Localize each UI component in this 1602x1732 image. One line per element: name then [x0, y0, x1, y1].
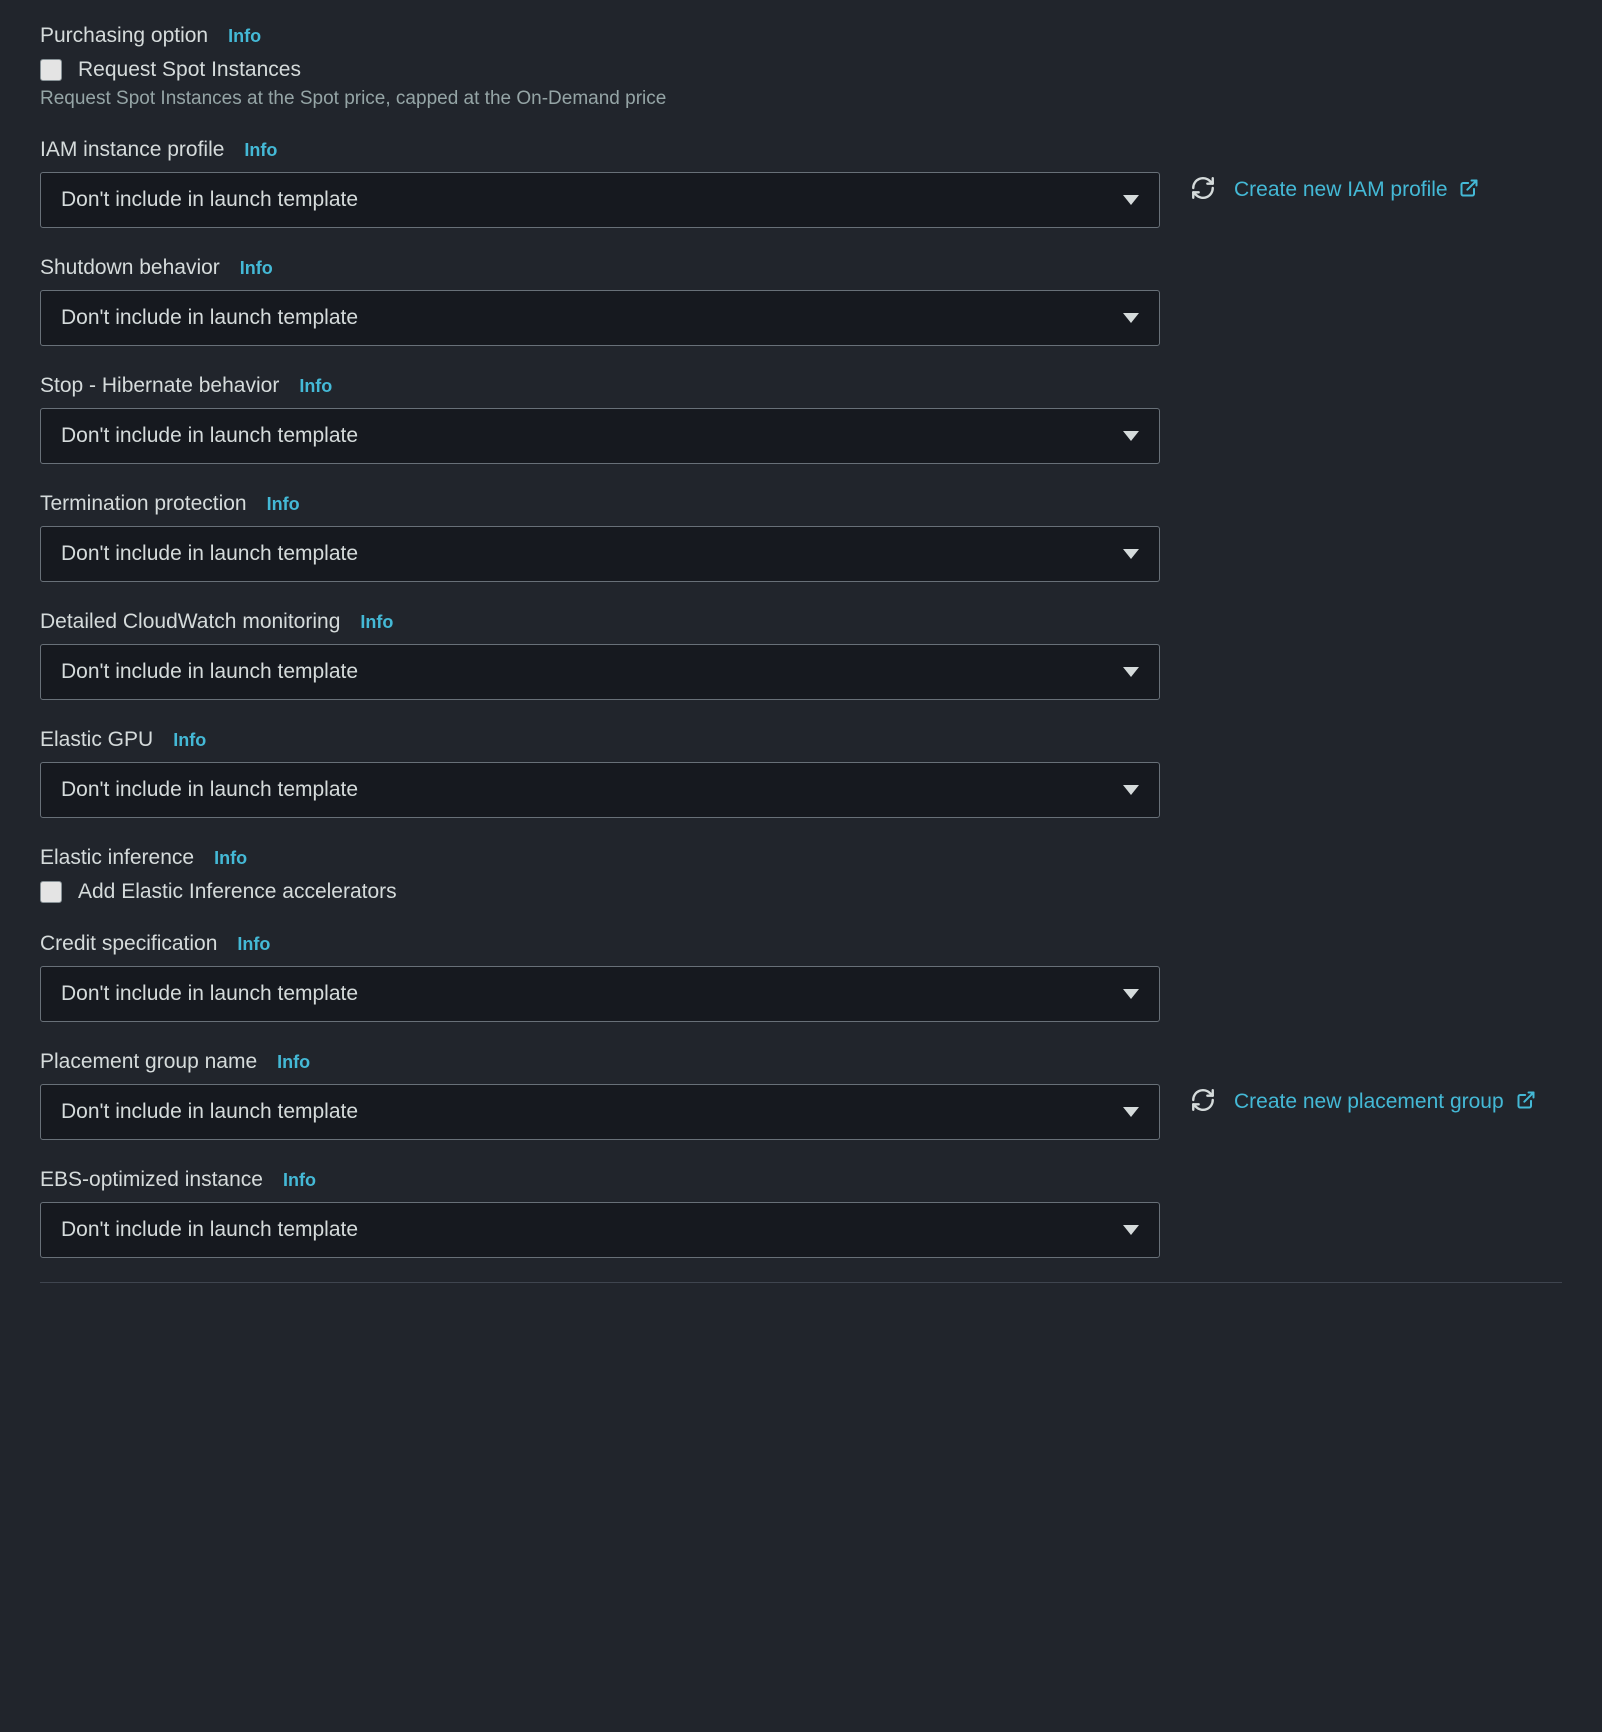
stop-hibernate-field: Stop - Hibernate behavior Info Don't inc… [40, 374, 1562, 464]
external-link-icon [1516, 1090, 1536, 1118]
placement-group-select[interactable]: Don't include in launch template [40, 1084, 1160, 1140]
iam-profile-info-link[interactable]: Info [244, 140, 277, 161]
elastic-gpu-select-value: Don't include in launch template [61, 778, 358, 802]
iam-profile-select-value: Don't include in launch template [61, 188, 358, 212]
purchasing-option-label: Purchasing option [40, 24, 208, 48]
elastic-inference-info-link[interactable]: Info [214, 848, 247, 869]
stop-hibernate-select[interactable]: Don't include in launch template [40, 408, 1160, 464]
elastic-gpu-info-link[interactable]: Info [173, 730, 206, 751]
termination-protection-info-link[interactable]: Info [267, 494, 300, 515]
iam-profile-refresh-button[interactable] [1188, 176, 1218, 206]
elastic-inference-field: Elastic inference Info Add Elastic Infer… [40, 846, 1562, 904]
credit-specification-info-link[interactable]: Info [237, 934, 270, 955]
iam-profile-select[interactable]: Don't include in launch template [40, 172, 1160, 228]
cloudwatch-monitoring-field: Detailed CloudWatch monitoring Info Don'… [40, 610, 1562, 700]
elastic-gpu-field: Elastic GPU Info Don't include in launch… [40, 728, 1562, 818]
placement-group-info-link[interactable]: Info [277, 1052, 310, 1073]
create-iam-profile-link-text: Create new IAM profile [1234, 178, 1448, 201]
ebs-optimized-info-link[interactable]: Info [283, 1170, 316, 1191]
placement-group-select-value: Don't include in launch template [61, 1100, 358, 1124]
shutdown-behavior-info-link[interactable]: Info [240, 258, 273, 279]
create-placement-group-link[interactable]: Create new placement group [1234, 1088, 1536, 1118]
stop-hibernate-select-value: Don't include in launch template [61, 424, 358, 448]
elastic-inference-checkbox-label: Add Elastic Inference accelerators [78, 880, 397, 904]
elastic-gpu-label: Elastic GPU [40, 728, 153, 752]
elastic-inference-label: Elastic inference [40, 846, 194, 870]
credit-specification-select[interactable]: Don't include in launch template [40, 966, 1160, 1022]
chevron-down-icon [1123, 549, 1139, 559]
purchasing-option-info-link[interactable]: Info [228, 26, 261, 47]
chevron-down-icon [1123, 313, 1139, 323]
cloudwatch-monitoring-info-link[interactable]: Info [360, 612, 393, 633]
cloudwatch-monitoring-select-value: Don't include in launch template [61, 660, 358, 684]
credit-specification-label: Credit specification [40, 932, 217, 956]
cloudwatch-monitoring-select[interactable]: Don't include in launch template [40, 644, 1160, 700]
termination-protection-field: Termination protection Info Don't includ… [40, 492, 1562, 582]
placement-group-label: Placement group name [40, 1050, 257, 1074]
elastic-inference-checkbox[interactable] [40, 881, 62, 903]
chevron-down-icon [1123, 989, 1139, 999]
request-spot-label: Request Spot Instances [78, 58, 301, 82]
chevron-down-icon [1123, 195, 1139, 205]
credit-specification-select-value: Don't include in launch template [61, 982, 358, 1006]
cloudwatch-monitoring-label: Detailed CloudWatch monitoring [40, 610, 340, 634]
chevron-down-icon [1123, 1225, 1139, 1235]
termination-protection-label: Termination protection [40, 492, 247, 516]
ebs-optimized-select-value: Don't include in launch template [61, 1218, 358, 1242]
chevron-down-icon [1123, 667, 1139, 677]
purchasing-option-field: Purchasing option Info Request Spot Inst… [40, 24, 1562, 110]
termination-protection-select-value: Don't include in launch template [61, 542, 358, 566]
iam-profile-label: IAM instance profile [40, 138, 224, 162]
ebs-optimized-field: EBS-optimized instance Info Don't includ… [40, 1168, 1562, 1258]
stop-hibernate-info-link[interactable]: Info [299, 376, 332, 397]
placement-group-field: Placement group name Info Don't include … [40, 1050, 1562, 1140]
shutdown-behavior-label: Shutdown behavior [40, 256, 220, 280]
chevron-down-icon [1123, 1107, 1139, 1117]
elastic-gpu-select[interactable]: Don't include in launch template [40, 762, 1160, 818]
iam-profile-field: IAM instance profile Info Don't include … [40, 138, 1562, 228]
purchasing-helper-text: Request Spot Instances at the Spot price… [40, 88, 1562, 110]
refresh-icon [1190, 175, 1216, 207]
stop-hibernate-label: Stop - Hibernate behavior [40, 374, 279, 398]
chevron-down-icon [1123, 785, 1139, 795]
termination-protection-select[interactable]: Don't include in launch template [40, 526, 1160, 582]
external-link-icon [1459, 178, 1479, 206]
ebs-optimized-select[interactable]: Don't include in launch template [40, 1202, 1160, 1258]
refresh-icon [1190, 1087, 1216, 1119]
section-divider [40, 1282, 1562, 1283]
placement-group-refresh-button[interactable] [1188, 1088, 1218, 1118]
chevron-down-icon [1123, 431, 1139, 441]
request-spot-checkbox[interactable] [40, 59, 62, 81]
shutdown-behavior-select-value: Don't include in launch template [61, 306, 358, 330]
shutdown-behavior-field: Shutdown behavior Info Don't include in … [40, 256, 1562, 346]
shutdown-behavior-select[interactable]: Don't include in launch template [40, 290, 1160, 346]
credit-specification-field: Credit specification Info Don't include … [40, 932, 1562, 1022]
create-iam-profile-link[interactable]: Create new IAM profile [1234, 176, 1479, 206]
ebs-optimized-label: EBS-optimized instance [40, 1168, 263, 1192]
create-placement-group-link-text: Create new placement group [1234, 1090, 1504, 1113]
